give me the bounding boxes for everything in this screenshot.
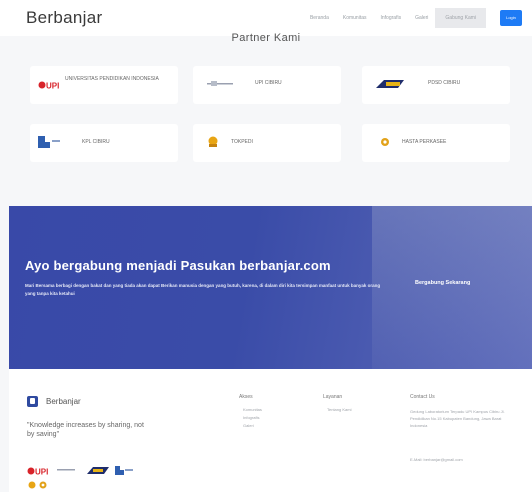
partner-name: UNIVERSITAS PENDIDIKAN INDONESIA [65,76,159,82]
nav-item-beranda[interactable]: Beranda [303,8,336,28]
contact-email[interactable]: E-Mail: berbanjar@gmail.com [410,457,463,462]
nav-item-gabung-kami[interactable]: Gabung Kami [435,8,486,28]
partner-card[interactable]: HASTA PERKASEE [362,124,510,162]
join-banner: Ayo bergabung menjadi Pasukan berbanjar.… [9,206,532,369]
kpl-logo-icon [38,136,60,148]
upi-logo-icon: UPI [38,81,59,91]
partner-card[interactable]: TOKPEDI [193,124,341,162]
banner-title: Ayo bergabung menjadi Pasukan berbanjar.… [25,258,331,273]
nav-item-galeri[interactable]: Galeri [408,8,435,28]
login-button[interactable]: Login [500,10,522,26]
partner-name: TOKPEDI [231,139,253,145]
footer-column-title: Akses [239,394,253,400]
footer-tagline: "Knowledge increases by sharing, not by … [27,422,144,438]
footer-link[interactable]: Tentang Kami [327,407,351,412]
partner-card[interactable]: KPL CIBIRU [30,124,178,162]
tokpedi-logo-icon [208,136,218,147]
nav-menu: Beranda Komunitas Infografis Galeri Gabu… [303,8,522,28]
svg-text:UPI: UPI [35,468,48,477]
footer-partner-logos: UPI [27,466,133,489]
nav-item-komunitas[interactable]: Komunitas [336,8,374,28]
partner-card[interactable]: UPI UNIVERSITAS PENDIDIKAN INDONESIA [30,66,178,104]
footer-link[interactable]: Komunitas [243,407,262,412]
footer-brand[interactable]: Berbanjar [46,397,81,406]
partner-name: HASTA PERKASEE [402,139,447,145]
contact-address: Gedung Laboratorium Terpadu UPI Kampus C… [410,409,505,428]
hasta-logo-icon [381,138,389,146]
footer-link[interactable]: Galeri [243,423,254,428]
nav-item-infografis[interactable]: Infografis [374,8,409,28]
contact-title: Contact Us [410,394,435,400]
brand-logo[interactable]: Berbanjar [26,8,102,28]
banner-background-photo [372,206,532,369]
join-now-link[interactable]: Bergabung Sekarang [415,280,470,286]
footer-link[interactable]: Infografis [243,415,259,420]
partner-name: UPI CIBIRU [255,80,282,86]
upi-cibiru-logo-icon [207,81,233,86]
partner-name: PDSD CIBIRU [428,80,461,86]
partners-heading: Partner Kami [231,32,301,44]
banner-description: Mari Bersama berbagi dengan bakat dan ya… [25,283,381,296]
partner-card[interactable]: UPI CIBIRU [193,66,341,104]
footer-logo-icon [27,396,38,407]
partner-card[interactable]: PDSD CIBIRU [362,66,510,104]
footer: Berbanjar "Knowledge increases by sharin… [9,369,532,492]
top-navbar: Berbanjar Beranda Komunitas Infografis G… [0,0,532,36]
footer-column-title: Layanan [323,394,343,400]
svg-text:UPI: UPI [46,82,59,91]
partner-name: KPL CIBIRU [82,139,110,145]
pdsd-logo-icon [376,80,404,88]
